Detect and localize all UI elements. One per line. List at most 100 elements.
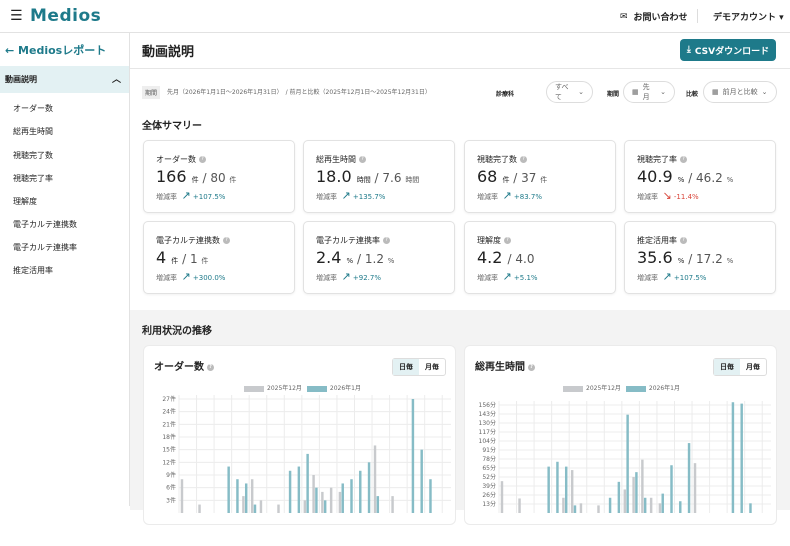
card-value-wrap: 2.4 % / 1.2 % <box>316 248 395 267</box>
card-label-wrap: 理解度? <box>477 235 511 246</box>
help-icon[interactable]: ? <box>383 237 390 244</box>
dept-select[interactable]: すべて ⌄ <box>546 81 593 103</box>
rate-value: +135.7% <box>352 193 386 201</box>
rate-value: -11.4% <box>673 193 699 201</box>
bar-curr <box>323 500 327 513</box>
card-label: 総再生時間 <box>316 155 356 164</box>
sidebar-item[interactable]: 視聴完了数 <box>13 150 53 161</box>
arrow-down-right-icon: ↘ <box>662 189 672 202</box>
sidebar-section-video[interactable]: 動画説明 ︿ <box>0 66 129 93</box>
bar-prev <box>570 470 574 513</box>
logo[interactable]: Medios <box>30 6 101 26</box>
card-prev-unit: % <box>387 257 395 265</box>
y-tick-label: 91分 <box>482 446 496 454</box>
summary-card: 視聴完了数? 68 件 / 37 件 増減率 ↗ +83.7% <box>464 140 616 213</box>
arrow-up-right-icon: ↗ <box>502 189 512 202</box>
sidebar-item[interactable]: 総再生時間 <box>13 126 53 137</box>
summary-card: 視聴完了率? 40.9 % / 46.2 % 増減率 ↘ -11.4% <box>624 140 776 213</box>
card-label: オーダー数 <box>156 155 196 164</box>
card-prev-unit: 件 <box>540 176 548 184</box>
bar-prev <box>500 481 504 513</box>
card-label-wrap: 推定活用率? <box>637 235 687 246</box>
bar-curr <box>643 497 647 513</box>
bar-prev <box>250 479 254 513</box>
mail-icon: ✉ <box>620 11 628 22</box>
rate-label: 増減率 <box>156 274 177 282</box>
period-tag: 期間 <box>142 86 161 99</box>
y-tick-label: 12件 <box>162 458 176 466</box>
section-label: 動画説明 <box>5 75 37 84</box>
dept-label: 診療科 <box>496 91 515 98</box>
bar-prev <box>329 487 333 513</box>
calendar-icon: ▦ <box>632 88 639 96</box>
card-value-wrap: 4.2 / 4.0 <box>477 248 535 267</box>
sidebar-item[interactable]: 理解度 <box>13 196 37 207</box>
help-icon[interactable]: ? <box>680 156 687 163</box>
bar-curr <box>236 479 239 513</box>
dept-value: すべて <box>555 83 569 101</box>
y-tick-label: 65分 <box>482 464 496 472</box>
bar-curr <box>306 453 309 513</box>
help-icon[interactable]: ? <box>680 237 687 244</box>
summary-card: オーダー数? 166 件 / 80 件 増減率 ↗ +107.5% <box>143 140 295 213</box>
arrow-up-right-icon: ↗ <box>341 189 351 202</box>
account-menu[interactable]: デモアカウント ▾ <box>713 10 784 23</box>
card-prev-value: 1 <box>189 252 198 266</box>
card-prev-unit: 件 <box>229 176 237 184</box>
compare-value: 前月と比較 <box>722 88 758 96</box>
rate-value: +300.0% <box>192 274 226 282</box>
help-icon[interactable]: ? <box>199 156 206 163</box>
calendar-icon: ▦ <box>712 88 719 96</box>
bar-prev <box>303 500 307 513</box>
sidebar-item[interactable]: 推定活用率 <box>13 265 53 276</box>
chevron-down-icon: ⌄ <box>660 88 666 96</box>
chevron-up-icon: ︿ <box>111 75 121 85</box>
main-content: 動画説明 ⤓ CSVダウンロード 期間 先月（2026年1月1日〜2026年1月3… <box>130 33 790 525</box>
help-icon[interactable]: ? <box>520 156 527 163</box>
bar-curr <box>429 479 432 513</box>
bar-curr <box>749 503 752 513</box>
sidebar-item[interactable]: 電子カルテ連携率 <box>13 242 77 253</box>
card-prev-value: 4.0 <box>515 252 535 266</box>
period-select[interactable]: ▦ 先月 ⌄ <box>623 81 675 103</box>
top-header: ☰ Medios ✉ お問い合わせ デモアカウント ▾ <box>0 0 790 33</box>
help-icon[interactable]: ? <box>359 156 366 163</box>
bar-prev <box>242 496 245 513</box>
y-tick-label: 78分 <box>482 455 496 463</box>
y-tick-label: 104分 <box>479 437 496 445</box>
sidebar-item[interactable]: オーダー数 <box>13 103 53 114</box>
rate-value: +83.7% <box>513 193 543 201</box>
chart-card: 総再生時間? 日毎 月毎 2025年12月 2026年1月 13分 26分 39分 52分… <box>464 345 777 525</box>
menu-icon[interactable]: ☰ <box>10 8 23 24</box>
arrow-up-right-icon: ↗ <box>181 270 191 283</box>
bar-curr <box>661 493 664 513</box>
sidebar-item[interactable]: 電子カルテ連携数 <box>13 219 77 230</box>
help-icon[interactable]: ? <box>504 237 511 244</box>
compare-select[interactable]: ▦ 前月と比較 ⌄ <box>703 81 777 103</box>
card-value: 4 <box>156 248 167 267</box>
rate-label: 増減率 <box>316 193 337 201</box>
back-to-report-link[interactable]: ← Mediosレポート <box>5 42 106 58</box>
rate-label: 増減率 <box>637 193 658 201</box>
y-tick-label: 3件 <box>166 496 176 504</box>
card-prev-value: 37 <box>521 171 537 185</box>
bar-prev <box>180 479 184 513</box>
card-value: 40.9 <box>637 167 673 186</box>
help-icon[interactable]: ? <box>223 237 230 244</box>
bar-curr <box>420 449 423 513</box>
csv-download-button[interactable]: ⤓ CSVダウンロード <box>680 39 776 61</box>
card-label-wrap: 電子カルテ連携率? <box>316 235 390 246</box>
contact-link[interactable]: ✉ お問い合わせ <box>620 10 688 24</box>
card-rate: 増減率 ↗ +107.5% <box>637 270 706 283</box>
summary-heading: 全体サマリー <box>142 121 202 132</box>
y-tick-label: 52分 <box>482 473 496 481</box>
bar-prev <box>623 489 627 513</box>
summary-card: 総再生時間? 18.0 時間 / 7.6 時間 増減率 ↗ +135.7% <box>303 140 455 213</box>
card-rate: 増減率 ↗ +5.1% <box>477 270 538 283</box>
y-tick-label: 6件 <box>166 484 176 492</box>
sidebar-item[interactable]: 視聴完了率 <box>13 173 53 184</box>
rate-label: 増減率 <box>156 193 177 201</box>
bar-chart: 3件 6件 9件 12件 15件 18件 21件 24件 27件 <box>162 395 451 513</box>
chevron-down-icon: ⌄ <box>578 88 584 96</box>
card-label-wrap: 総再生時間? <box>316 154 366 165</box>
